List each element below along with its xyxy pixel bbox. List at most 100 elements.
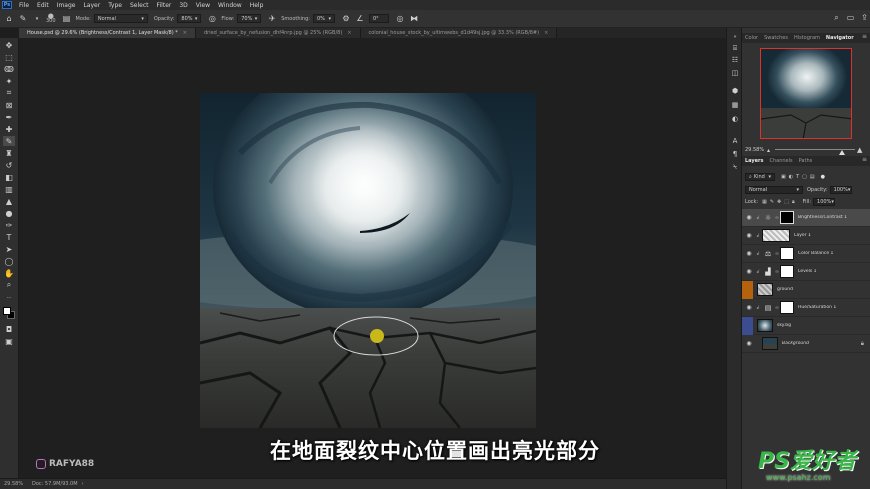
crop-tool-icon[interactable]: ⌗: [3, 88, 15, 98]
home-icon[interactable]: ⌂: [4, 14, 14, 24]
layer-opacity-input[interactable]: 100% ▾: [829, 185, 852, 194]
tab-histogram[interactable]: Histogram: [791, 33, 823, 43]
slider-knob[interactable]: [839, 150, 845, 155]
screen-mode-icon[interactable]: ▣: [3, 336, 15, 346]
layer-mask-thumbnail[interactable]: [780, 211, 794, 224]
hand-tool-icon[interactable]: ✋: [3, 268, 15, 278]
glyphs-icon[interactable]: ⍀: [730, 162, 740, 172]
flow-input[interactable]: 70% ▾: [237, 14, 262, 23]
layer-levels-1[interactable]: ◉ ↲ ▟ ∞ Levels 1: [742, 263, 870, 281]
layer-ground[interactable]: ground: [742, 280, 870, 299]
visibility-eye-icon[interactable]: ◉: [742, 340, 756, 347]
lock-artboard-icon[interactable]: ⬚: [784, 199, 789, 205]
history-icon[interactable]: ⌸: [730, 43, 740, 53]
mode-select[interactable]: Normal ▾: [93, 14, 148, 23]
close-icon[interactable]: ×: [544, 30, 548, 36]
layer-thumbnail[interactable]: [757, 319, 773, 332]
pressure-opacity-icon[interactable]: ◎: [207, 14, 217, 24]
quick-select-tool-icon[interactable]: ✦: [3, 76, 15, 86]
visibility-eye-icon[interactable]: ◉: [742, 304, 756, 311]
zoom-tool-icon[interactable]: ⌕: [3, 280, 15, 290]
navigator-thumbnail[interactable]: [760, 48, 852, 139]
layer-mask-thumbnail[interactable]: [780, 265, 794, 278]
tab-color[interactable]: Color: [742, 33, 761, 43]
tab-swatches[interactable]: Swatches: [761, 33, 791, 43]
filter-adjustment-icon[interactable]: ◐: [789, 174, 793, 180]
properties-icon[interactable]: ☷: [730, 55, 740, 65]
blend-mode-select[interactable]: Normal ▾: [745, 185, 803, 194]
layer-layer-1[interactable]: ◉ ↲ Layer 1: [742, 227, 870, 245]
menu-help[interactable]: Help: [246, 2, 268, 9]
tab-house-psd[interactable]: House.psd @ 29.6% (Brightness/Contrast 1…: [19, 28, 196, 38]
visibility-eye-icon[interactable]: ◉: [742, 250, 756, 257]
tab-channels[interactable]: Channels: [767, 156, 796, 166]
menu-window[interactable]: Window: [214, 2, 246, 9]
angle-input[interactable]: 0°: [368, 14, 389, 23]
brush-preset-picker[interactable]: ● 300: [46, 12, 56, 24]
ellipse-tool-icon[interactable]: ◯: [3, 256, 15, 266]
document-canvas[interactable]: [200, 93, 536, 428]
adjustments-icon[interactable]: ◫: [730, 68, 740, 78]
lock-pixels-icon[interactable]: ✎: [770, 199, 774, 205]
panel-menu-icon[interactable]: ≡: [862, 33, 870, 43]
workspace-icon[interactable]: ▭: [845, 12, 856, 23]
marquee-tool-icon[interactable]: ⬚: [3, 52, 15, 62]
menu-filter[interactable]: Filter: [153, 2, 176, 9]
menu-select[interactable]: Select: [126, 2, 153, 9]
tab-paths[interactable]: Paths: [796, 156, 816, 166]
layer-thumbnail[interactable]: [762, 337, 778, 350]
move-tool-icon[interactable]: ✥: [3, 40, 15, 50]
visibility-eye-icon[interactable]: ◉: [742, 232, 756, 239]
blur-tool-icon[interactable]: ▲: [3, 196, 15, 206]
zoom-level[interactable]: 29.58%: [0, 481, 26, 487]
dodge-tool-icon[interactable]: ●: [3, 208, 15, 218]
lock-icon[interactable]: 🔒︎: [861, 340, 864, 348]
filter-shape-icon[interactable]: ▢: [802, 174, 807, 180]
pen-tool-icon[interactable]: ✑: [3, 220, 15, 230]
opacity-input[interactable]: 80% ▾: [177, 14, 202, 23]
panel-menu-icon[interactable]: ≡: [862, 156, 870, 166]
pressure-size-icon[interactable]: ◎: [395, 14, 405, 24]
filter-smart-object-icon[interactable]: ▤: [810, 174, 815, 180]
brush-tool-icon[interactable]: ✎: [18, 14, 28, 24]
navigator-zoom-value[interactable]: 29.58%: [745, 147, 764, 153]
libraries-icon[interactable]: ▦: [730, 100, 740, 110]
symmetry-icon[interactable]: ⧓: [409, 14, 419, 24]
3d-icon[interactable]: ⬢: [730, 86, 740, 96]
tab-colonial-house[interactable]: colonial_house_stock_by_ultimwebs_d1d49s…: [360, 28, 558, 38]
brush-tool-icon[interactable]: ✎: [3, 136, 15, 146]
type-tool-icon[interactable]: T: [3, 232, 15, 242]
foreground-color-swatch[interactable]: [3, 307, 11, 315]
layer-sky-bg[interactable]: sky.bg: [742, 316, 870, 335]
layer-mask-thumbnail[interactable]: [780, 301, 794, 314]
zoom-in-icon[interactable]: ▲: [857, 146, 862, 154]
layer-thumbnail[interactable]: [757, 283, 773, 296]
fill-input[interactable]: 100% ▾: [813, 197, 836, 206]
navigator-zoom-slider[interactable]: [775, 149, 855, 155]
angle-icon[interactable]: ∠: [355, 14, 365, 24]
airbrush-icon[interactable]: ✈: [267, 14, 277, 24]
tab-dried-surface[interactable]: dried_surface_by_nefusion_dhf4nrp.jpg @ …: [195, 28, 361, 38]
layer-brightness-contrast-1[interactable]: ◉ ↲ ☼ ∞ Brightness/Contrast 1: [742, 209, 870, 227]
filter-type-icon[interactable]: T: [796, 174, 799, 180]
share-icon[interactable]: ⇪: [859, 12, 870, 23]
menu-view[interactable]: View: [192, 2, 214, 9]
menu-layer[interactable]: Layer: [79, 2, 104, 9]
filter-toggle-icon[interactable]: ●: [821, 174, 825, 180]
character-icon[interactable]: A: [730, 136, 740, 146]
gear-icon[interactable]: ⚙: [341, 14, 351, 24]
layer-hue-saturation-1[interactable]: ◉ ↲ ▤ ∞ Hue/Saturation 1: [742, 299, 870, 317]
styles-icon[interactable]: ◐: [730, 114, 740, 124]
more-tools-icon[interactable]: …: [3, 292, 15, 302]
healing-brush-icon[interactable]: ✚: [3, 124, 15, 134]
photoshop-logo-icon[interactable]: Ps: [2, 1, 12, 9]
eraser-tool-icon[interactable]: ◧: [3, 172, 15, 182]
gradient-tool-icon[interactable]: ▥: [3, 184, 15, 194]
search-icon[interactable]: ⌕: [831, 12, 842, 23]
menu-image[interactable]: Image: [53, 2, 80, 9]
chevron-down-icon[interactable]: ▾: [32, 14, 42, 24]
menu-edit[interactable]: Edit: [33, 2, 53, 9]
frame-tool-icon[interactable]: ⊠: [3, 100, 15, 110]
tab-layers[interactable]: Layers: [742, 156, 767, 166]
history-brush-icon[interactable]: ↺: [3, 160, 15, 170]
